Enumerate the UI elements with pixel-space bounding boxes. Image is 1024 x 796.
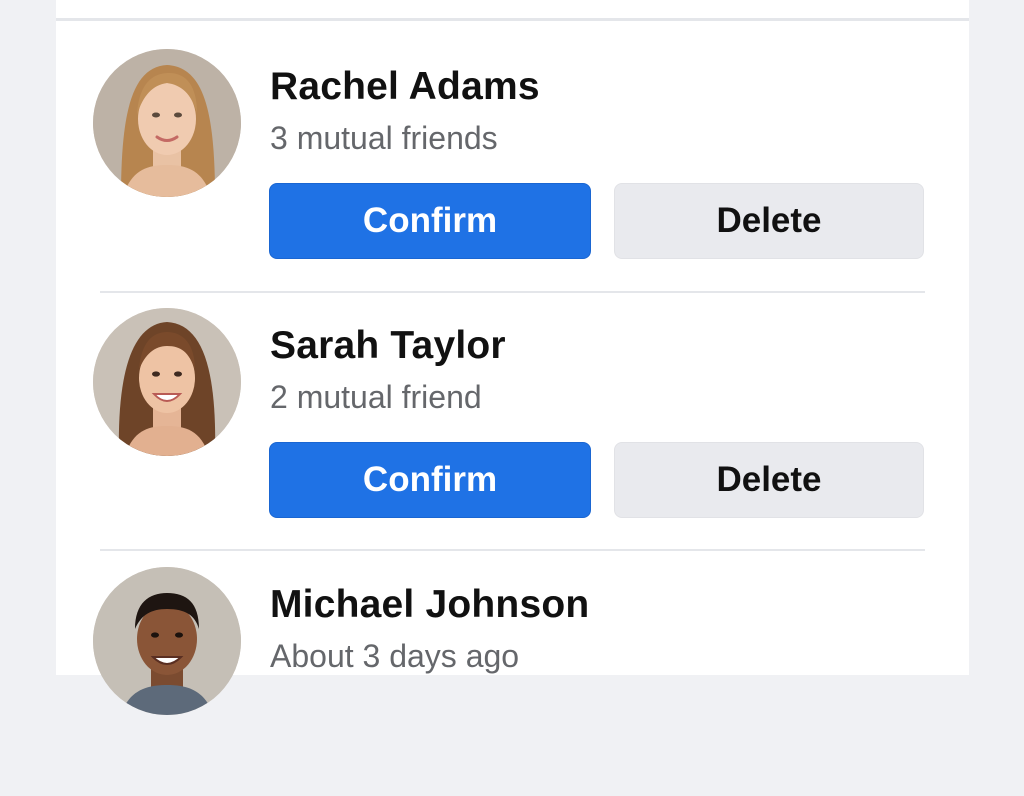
mutual-friends-count: 2 mutual friend [270, 379, 482, 415]
confirm-button[interactable]: Confirm [269, 183, 591, 259]
profile-photo [93, 308, 241, 456]
profile-photo [93, 567, 241, 715]
requester-name[interactable]: Sarah Taylor [270, 324, 506, 368]
avatar[interactable] [93, 49, 241, 197]
mutual-friends-count: 3 mutual friends [270, 120, 498, 156]
avatar[interactable] [93, 567, 241, 715]
friend-request-item: Rachel Adams 3 mutual friends Confirm De… [56, 19, 969, 278]
profile-photo [93, 49, 241, 197]
avatar[interactable] [93, 308, 241, 456]
confirm-button[interactable]: Confirm [269, 442, 591, 518]
requester-name[interactable]: Rachel Adams [270, 65, 540, 109]
request-time: About 3 days ago [270, 638, 520, 674]
previous-card-edge [56, 0, 969, 21]
requester-name[interactable]: Michael Johnson [270, 583, 589, 627]
friend-requests-panel: Rachel Adams 3 mutual friends Confirm De… [56, 0, 969, 715]
delete-button[interactable]: Delete [614, 183, 924, 259]
delete-button[interactable]: Delete [614, 442, 924, 518]
friend-request-item: Sarah Taylor 2 mutual friend Confirm Del… [56, 278, 969, 537]
friend-request-item: Michael Johnson About 3 days ago [56, 537, 969, 796]
